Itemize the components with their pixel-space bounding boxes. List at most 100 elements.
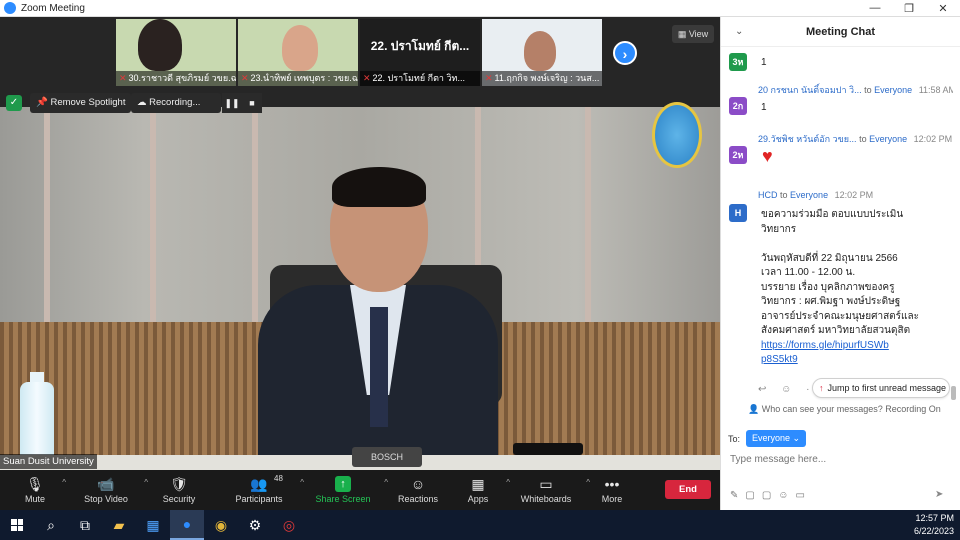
participant-name: 23.นำทิพย์ เทพบุตร : วขย.ฉ bbox=[250, 73, 358, 83]
system-clock[interactable]: 12:57 PM 6/22/2023 bbox=[914, 512, 954, 538]
window-title: Zoom Meeting bbox=[21, 2, 85, 14]
video-thumbnails: ✕ 30.ราชาวดี สุขภิรมย์ วขย.ฉ ✕ 23.นำทิพย์ … bbox=[0, 17, 720, 90]
search-icon[interactable]: ⌕ bbox=[34, 510, 68, 540]
zoom-logo-icon bbox=[4, 2, 16, 14]
view-button[interactable]: ▦ View bbox=[672, 25, 714, 43]
water-bottle bbox=[20, 372, 54, 460]
apps-button[interactable]: ▦ Apps ^ bbox=[452, 470, 510, 510]
speaker-name-label: Suan Dusit University bbox=[0, 454, 97, 469]
muted-mic-icon: ✕ bbox=[119, 73, 127, 83]
reactions-button[interactable]: ☺ Reactions bbox=[384, 470, 452, 510]
muted-mic-icon: ✕ bbox=[363, 73, 371, 83]
chevron-down-icon[interactable]: ⌄ bbox=[735, 26, 743, 37]
settings-gear-icon[interactable]: ⚙ bbox=[238, 510, 272, 540]
participant-name: 11.ฤกกิจ พงษ์เจริญ : วนส... bbox=[494, 73, 600, 83]
share-screen-icon: ↑ bbox=[335, 476, 351, 492]
participant-count: 48 bbox=[274, 474, 283, 483]
chat-title: Meeting Chat bbox=[805, 25, 876, 38]
recipient-select[interactable]: Everyone ⌄ bbox=[746, 430, 807, 447]
share-screen-button[interactable]: ↑ Share Screen ^ bbox=[302, 470, 388, 510]
recording-indicator: ☁ Recording... bbox=[131, 93, 221, 113]
chat-input-tools[interactable]: ✎▢▢☺▭ bbox=[730, 490, 812, 501]
who-can-see-info[interactable]: 👤 Who can see your messages? Recording O… bbox=[748, 404, 941, 415]
remove-spotlight-button[interactable]: 📌 Remove Spotlight bbox=[30, 93, 132, 113]
mute-options-caret[interactable]: ^ bbox=[62, 478, 66, 487]
participants-button[interactable]: 👥 48 Participants ^ bbox=[216, 470, 304, 510]
minimize-button[interactable]: — bbox=[858, 2, 892, 15]
thumbnail-participant[interactable]: ✕ 23.นำทิพย์ เทพบุตร : วขย.ฉ bbox=[238, 19, 358, 86]
reactions-icon: ☺ bbox=[410, 476, 426, 492]
whiteboard-icon: ▭ bbox=[539, 476, 553, 492]
whiteboards-button[interactable]: ▭ Whiteboards ^ bbox=[504, 470, 590, 510]
message-time: 12:02 PM bbox=[913, 134, 953, 144]
recipient-name: Everyone bbox=[869, 134, 908, 144]
recipient-row: To: Everyone ⌄ bbox=[728, 430, 807, 447]
close-button[interactable]: ✕ bbox=[926, 2, 960, 15]
sender-avatar: 2ก bbox=[729, 97, 747, 115]
university-seal bbox=[652, 102, 702, 168]
sender-name: 29.วัชพิช หวันต์อัก วขย... bbox=[758, 134, 857, 144]
meeting-toolbar: 🎙 Mute ^ 📹 Stop Video ^ 🛡 Security 👥 48 … bbox=[0, 470, 720, 510]
video-camera-icon: 📹 bbox=[97, 476, 115, 492]
phone-on-desk bbox=[513, 443, 583, 455]
windows-taskbar: ⌕ ⧉ ▰ ▦ ● ◉ ⚙ ◎ 12:57 PM 6/22/2023 bbox=[0, 510, 960, 540]
more-button[interactable]: ••• More bbox=[588, 470, 636, 510]
message-header: 20 กรชนก นันติ์จอมปา วิ... to Everyone 1… bbox=[758, 83, 953, 97]
security-shield-icon[interactable]: ✓ bbox=[6, 95, 22, 111]
message-header: HCD to Everyone 12:02 PM bbox=[758, 190, 874, 200]
to-label: To: bbox=[728, 433, 741, 444]
end-meeting-button[interactable]: End bbox=[665, 480, 711, 499]
muted-mic-icon: ✕ bbox=[241, 73, 249, 83]
pause-recording-button[interactable]: ❚❚ bbox=[222, 93, 242, 113]
participant-name: 22. ปราโมทย์ กีตา วิท... bbox=[372, 73, 465, 83]
more-dots-icon: ••• bbox=[604, 476, 620, 492]
chat-messages: 3ห 1 20 กรชนก นันติ์จอมปา วิ... to Every… bbox=[721, 47, 953, 407]
recipient-name: Everyone bbox=[874, 85, 913, 95]
message-time: 11:58 AM bbox=[918, 85, 953, 95]
message-header: 29.วัชพิช หวันต์อัก วขย... to Everyone 1… bbox=[758, 134, 953, 144]
send-icon[interactable]: ➤ bbox=[935, 489, 943, 500]
jump-to-unread-button[interactable]: ↑ Jump to first unread message bbox=[812, 378, 950, 398]
form-link[interactable]: https://forms.gle/hipurfUSWb p8S5kt9 bbox=[761, 340, 889, 366]
zoom-app-icon[interactable]: ● bbox=[170, 510, 204, 540]
recipient-name: Everyone bbox=[790, 190, 829, 200]
apps-icon: ▦ bbox=[471, 476, 485, 492]
thumbnail-participant[interactable]: ✕ 30.ราชาวดี สุขภิรมย์ วขย.ฉ bbox=[116, 19, 236, 86]
chat-input[interactable] bbox=[730, 450, 945, 468]
stop-recording-button[interactable]: ■ bbox=[242, 93, 262, 113]
stop-video-button[interactable]: 📹 Stop Video ^ bbox=[70, 470, 148, 510]
shield-icon: 🛡 bbox=[170, 476, 188, 492]
message-text: ขอความร่วมมือ ตอบแบบประเมิน วิทยากร วันพ… bbox=[761, 209, 919, 366]
message-time: 12:02 PM bbox=[834, 190, 874, 200]
task-view-icon[interactable]: ⧉ bbox=[68, 510, 102, 540]
chat-scrollbar[interactable] bbox=[951, 386, 956, 400]
participant-big-name: 22. ปราโมทย์ กีต... bbox=[370, 39, 470, 53]
mute-button[interactable]: 🎙 Mute ^ bbox=[0, 470, 70, 510]
chat-header: ⌄ Meeting Chat bbox=[721, 17, 960, 47]
arrow-up-icon: ↑ bbox=[819, 383, 824, 393]
chrome-icon[interactable]: ◉ bbox=[204, 510, 238, 540]
restore-button[interactable]: ❐ bbox=[892, 2, 926, 15]
microphone-base: BOSCH bbox=[352, 447, 422, 467]
next-page-button[interactable]: › bbox=[613, 41, 637, 65]
sender-avatar: 3ห bbox=[729, 53, 747, 71]
security-button[interactable]: 🛡 Security bbox=[142, 470, 216, 510]
message-text: 1 bbox=[761, 57, 767, 68]
start-button[interactable] bbox=[0, 510, 34, 540]
thumbnail-participant[interactable]: 22. ปราโมทย์ กีต... ✕ 22. ปราโมทย์ กีตา ว… bbox=[360, 19, 480, 86]
thumbnail-participant[interactable]: ✕ 11.ฤกกิจ พงษ์เจริญ : วนส... bbox=[482, 19, 602, 86]
sender-name: 20 กรชนก นันติ์จอมปา วิ... bbox=[758, 85, 862, 95]
store-icon[interactable]: ▦ bbox=[136, 510, 170, 540]
sender-name: HCD bbox=[758, 190, 778, 200]
muted-mic-icon: ✕ bbox=[485, 73, 493, 83]
recorder-icon[interactable]: ◎ bbox=[272, 510, 306, 540]
participant-name: 30.ราชาวดี สุขภิรมย์ วขย.ฉ bbox=[128, 73, 236, 83]
participants-icon: 👥 bbox=[250, 476, 268, 492]
file-explorer-icon[interactable]: ▰ bbox=[102, 510, 136, 540]
window-titlebar: Zoom Meeting — ❐ ✕ bbox=[0, 0, 960, 17]
main-video: BOSCH ✕ 30.ราชาวดี สุขภิรมย์ วขย.ฉ ✕ 23.นำ… bbox=[0, 17, 720, 470]
heart-icon: ♥ bbox=[762, 146, 773, 166]
message-text: 1 bbox=[761, 102, 767, 113]
windows-icon bbox=[11, 519, 23, 531]
speaker-tie bbox=[370, 307, 388, 427]
